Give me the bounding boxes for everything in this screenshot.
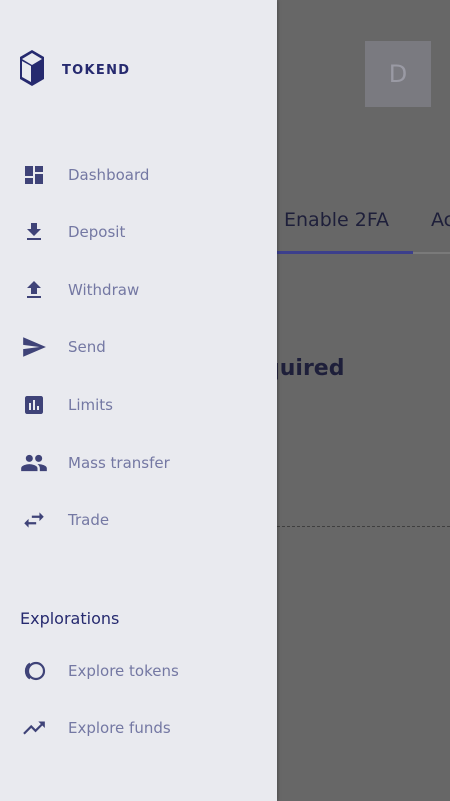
people-icon bbox=[20, 449, 48, 477]
nav-item-deposit[interactable]: Deposit bbox=[0, 210, 277, 254]
nav-item-label: Send bbox=[68, 338, 106, 356]
tokend-logo-icon bbox=[18, 48, 46, 92]
nav-item-explore-funds[interactable]: Explore funds bbox=[0, 706, 277, 750]
nav-item-label: Dashboard bbox=[68, 166, 150, 184]
nav-item-dashboard[interactable]: Dashboard bbox=[0, 153, 277, 197]
tokens-icon bbox=[20, 657, 48, 685]
nav-item-label: Trade bbox=[68, 511, 110, 529]
active-tab-indicator bbox=[277, 251, 413, 254]
nav-item-label: Explore tokens bbox=[68, 662, 179, 680]
trending-up-icon bbox=[20, 714, 48, 742]
avatar[interactable]: D bbox=[365, 41, 431, 107]
logo[interactable]: TOKEND bbox=[18, 48, 130, 92]
swap-arrows-icon bbox=[20, 506, 48, 534]
nav-item-label: Limits bbox=[68, 396, 113, 414]
explorations-heading: Explorations bbox=[20, 609, 120, 628]
nav-item-label: Withdraw bbox=[68, 281, 140, 299]
logo-text: TOKEND bbox=[62, 62, 131, 78]
nav-item-trade[interactable]: Trade bbox=[0, 498, 277, 542]
tab-next[interactable]: Ac bbox=[431, 209, 450, 231]
send-icon bbox=[20, 333, 48, 361]
nav-item-withdraw[interactable]: Withdraw bbox=[0, 268, 277, 312]
navigation-drawer: TOKEND Dashboard Deposit Withdraw Send L… bbox=[0, 0, 277, 801]
download-icon bbox=[20, 218, 48, 246]
tab-bar-line bbox=[413, 252, 450, 254]
nav-item-limits[interactable]: Limits bbox=[0, 383, 277, 427]
dashed-divider bbox=[277, 526, 450, 527]
nav-item-label: Explore funds bbox=[68, 719, 171, 737]
bar-chart-icon bbox=[20, 391, 48, 419]
nav-item-label: Deposit bbox=[68, 223, 126, 241]
nav-item-label: Mass transfer bbox=[68, 454, 170, 472]
upload-icon bbox=[20, 276, 48, 304]
nav-item-send[interactable]: Send bbox=[0, 325, 277, 369]
nav-item-explore-tokens[interactable]: Explore tokens bbox=[0, 649, 277, 693]
tab-enable-2fa[interactable]: Enable 2FA bbox=[284, 209, 389, 231]
nav-item-mass-transfer[interactable]: Mass transfer bbox=[0, 441, 277, 485]
dashboard-icon bbox=[20, 161, 48, 189]
